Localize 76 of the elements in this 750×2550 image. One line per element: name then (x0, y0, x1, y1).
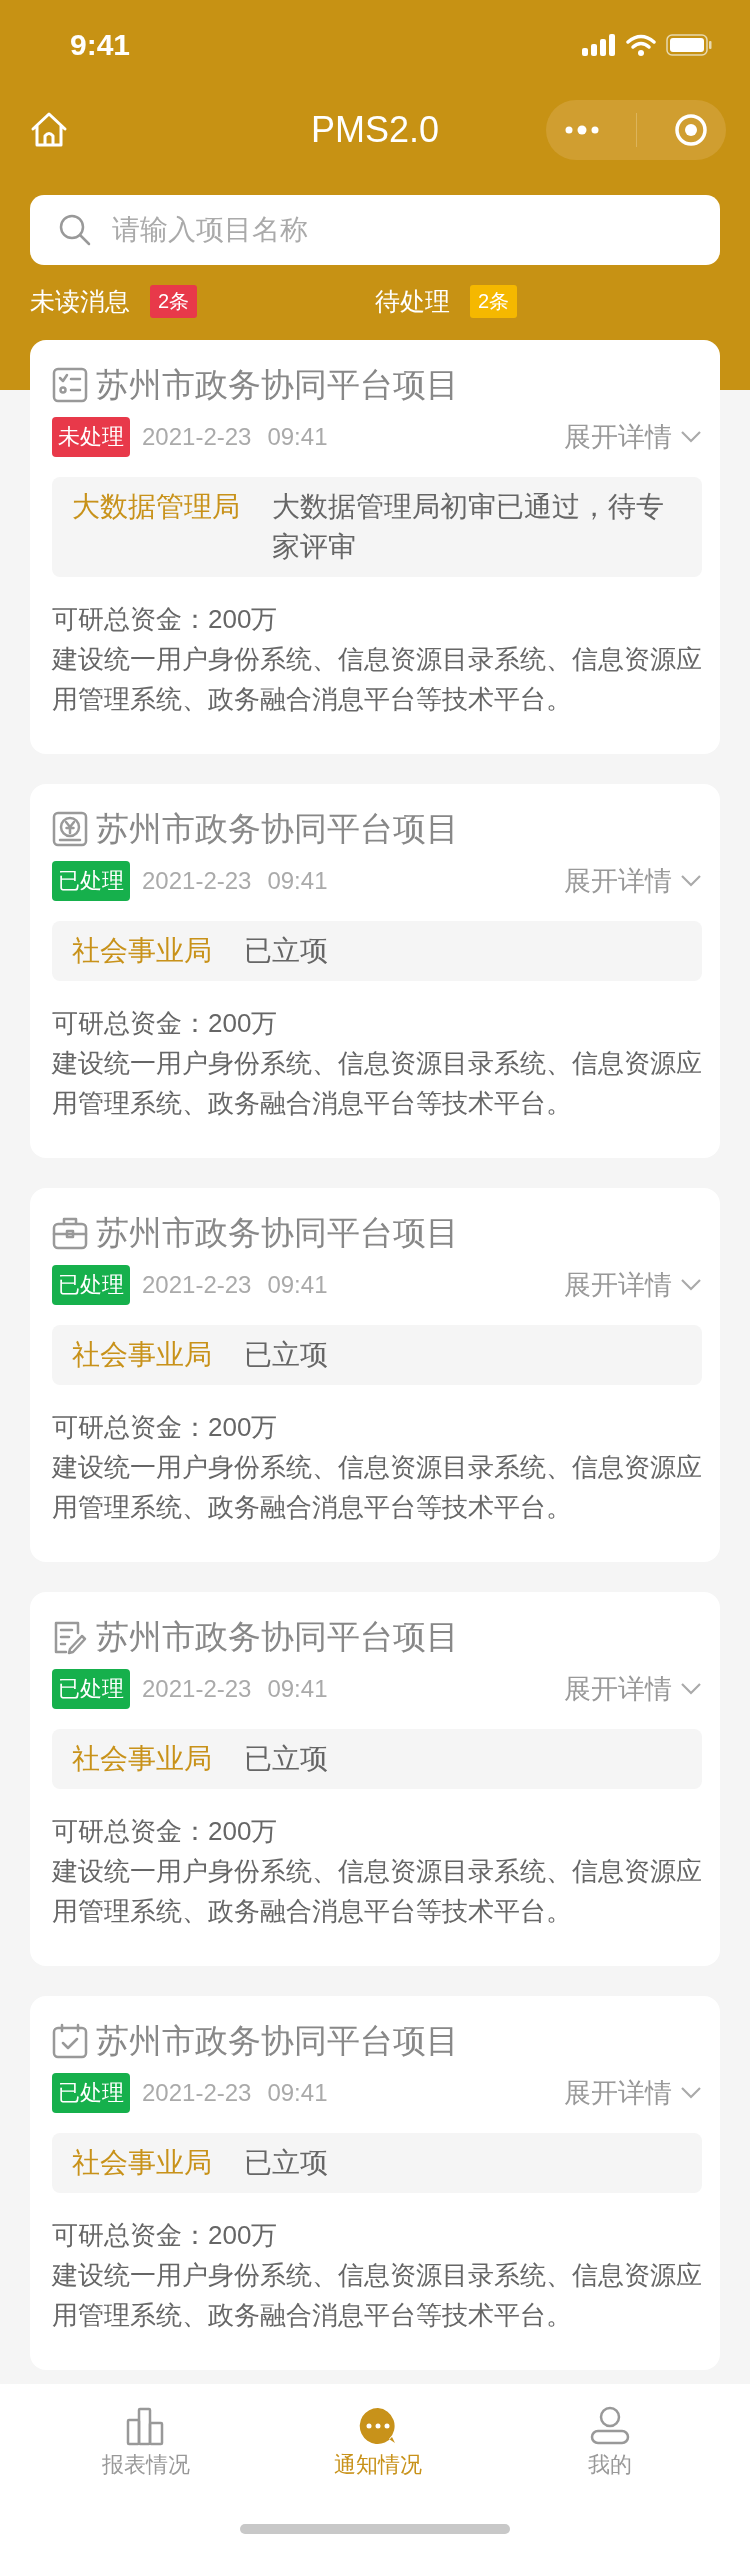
chat-bubble-icon (358, 2406, 398, 2446)
funding-text: 可研总资金：200万 (52, 1007, 279, 1040)
time-text: 09:41 (267, 423, 328, 451)
chevron-down-icon (680, 2086, 702, 2100)
project-title: 苏州市政务协同平台项目 (96, 1616, 459, 1657)
progress-message: 大数据管理局初审已通过，待专家评审 (272, 490, 665, 564)
project-description: 建设统一用户身份系统、信息资源目录系统、信息资源应用管理系统、政务融合消息平台等技术平台。 (52, 1855, 702, 1928)
funding-text: 可研总资金：200万 (52, 1815, 279, 1848)
project-title: 苏州市政务协同平台项目 (96, 808, 459, 849)
briefcase-icon (52, 1215, 88, 1251)
progress-message: 已立项 (244, 2146, 329, 2180)
project-description: 建设统一用户身份系统、信息资源目录系统、信息资源应用管理系统、政务融合消息平台等技术平台。 (52, 643, 702, 716)
department-name: 社会事业局 (72, 1742, 212, 1776)
chevron-down-icon (680, 430, 702, 444)
department-name: 社会事业局 (72, 1338, 212, 1372)
funding-text: 可研总资金：200万 (52, 2219, 279, 2252)
counter-label: 未读消息 (30, 285, 130, 317)
signal-icon (582, 34, 616, 56)
project-description: 建设统一用户身份系统、信息资源目录系统、信息资源应用管理系统、政务融合消息平台等技术平台。 (52, 1047, 702, 1120)
status-badge: 已处理 (52, 861, 130, 901)
person-icon (590, 2406, 630, 2446)
page-title: PMS2.0 (310, 109, 440, 151)
department-name: 大数据管理局 (72, 490, 240, 524)
department-name: 社会事业局 (72, 2146, 212, 2180)
counter-label: 待处理 (375, 285, 450, 317)
search-field[interactable]: 请输入项目名称 (30, 195, 720, 265)
expand-details-link[interactable]: 展开详情 (564, 1267, 702, 1303)
status-badge: 已处理 (52, 2073, 130, 2113)
close-target-icon[interactable] (673, 113, 708, 147)
bar-chart-icon (126, 2406, 166, 2446)
status-time: 9:41 (70, 28, 131, 62)
tab-item[interactable]: 我的 (530, 2406, 690, 2480)
search-input[interactable]: 请输入项目名称 (110, 213, 692, 247)
project-title: 苏州市政务协同平台项目 (96, 364, 459, 405)
expand-details-link[interactable]: 展开详情 (564, 2075, 702, 2111)
funding-text: 可研总资金：200万 (52, 603, 279, 636)
wifi-icon (626, 34, 656, 56)
yen-document-icon (52, 811, 88, 847)
search-icon (58, 213, 92, 247)
tab-item[interactable]: 通知情况 (298, 2406, 458, 2480)
project-title: 苏州市政务协同平台项目 (96, 1212, 459, 1253)
status-badge: 已处理 (52, 1265, 130, 1305)
battery-icon (666, 34, 712, 56)
chevron-down-icon (680, 874, 702, 888)
date-text: 2021-2-23 (142, 2079, 252, 2107)
expand-details-link[interactable]: 展开详情 (564, 863, 702, 899)
date-text: 2021-2-23 (142, 867, 252, 895)
time-text: 09:41 (267, 2079, 328, 2107)
time-text: 09:41 (267, 1675, 328, 1703)
home-icon[interactable] (30, 111, 68, 149)
funding-text: 可研总资金：200万 (52, 1411, 279, 1444)
date-text: 2021-2-23 (142, 1271, 252, 1299)
progress-message: 已立项 (244, 1742, 329, 1776)
expand-details-link[interactable]: 展开详情 (564, 1671, 702, 1707)
count-badge: 2条 (150, 284, 198, 318)
date-text: 2021-2-23 (142, 423, 252, 451)
tab-item[interactable]: 报表情况 (66, 2406, 226, 2480)
document-pen-icon (52, 1619, 88, 1655)
chevron-down-icon (680, 1278, 702, 1292)
date-text: 2021-2-23 (142, 1675, 252, 1703)
status-badge: 已处理 (52, 1669, 130, 1709)
project-title: 苏州市政务协同平台项目 (96, 2020, 459, 2061)
expand-details-link[interactable]: 展开详情 (564, 419, 702, 455)
more-icon[interactable] (564, 125, 601, 135)
project-description: 建设统一用户身份系统、信息资源目录系统、信息资源应用管理系统、政务融合消息平台等技术平台。 (52, 1451, 702, 1524)
chevron-down-icon (680, 1682, 702, 1696)
progress-message: 已立项 (244, 1338, 329, 1372)
time-text: 09:41 (267, 867, 328, 895)
project-description: 建设统一用户身份系统、信息资源目录系统、信息资源应用管理系统、政务融合消息平台等技术平台。 (52, 2259, 702, 2332)
checklist-icon (52, 367, 88, 403)
time-text: 09:41 (267, 1271, 328, 1299)
progress-message: 已立项 (244, 934, 329, 968)
department-name: 社会事业局 (72, 934, 212, 968)
count-badge: 2条 (470, 284, 518, 318)
status-badge: 未处理 (52, 417, 130, 457)
calendar-check-icon (52, 2023, 88, 2059)
